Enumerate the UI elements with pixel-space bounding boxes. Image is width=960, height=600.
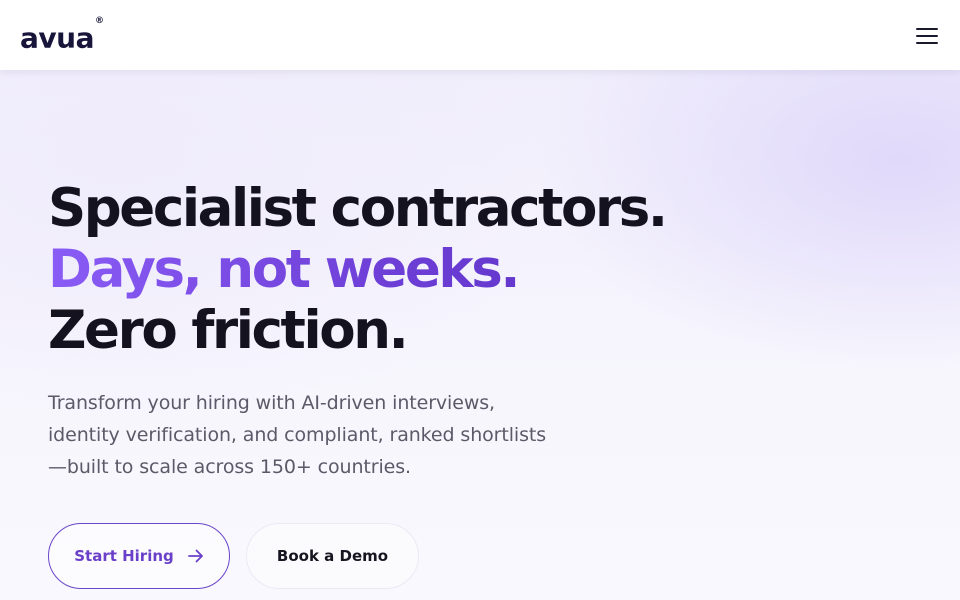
start-hiring-label: Start Hiring [74,547,174,565]
menu-bar [916,35,938,37]
headline-line-2: Days, not weeks. [48,239,666,300]
hamburger-menu-icon[interactable] [912,24,942,48]
book-demo-button[interactable]: Book a Demo [246,523,419,589]
arrow-right-icon [187,549,204,563]
start-hiring-button[interactable]: Start Hiring [48,523,230,589]
logo-text: avua [20,21,94,55]
headline-line-3: Zero friction. [48,300,409,361]
hero-headline: Specialist contractors. Days, not weeks.… [48,178,668,361]
logo[interactable]: avua® [20,16,104,55]
site-header: avua® [0,0,960,70]
book-demo-label: Book a Demo [276,547,389,565]
registered-mark: ® [94,16,104,26]
hero-subtext: Transform your hiring with AI-driven int… [48,392,547,478]
menu-bar [916,42,938,44]
menu-bar [916,28,938,30]
headline-line-1: Specialist contractors. [48,178,668,239]
